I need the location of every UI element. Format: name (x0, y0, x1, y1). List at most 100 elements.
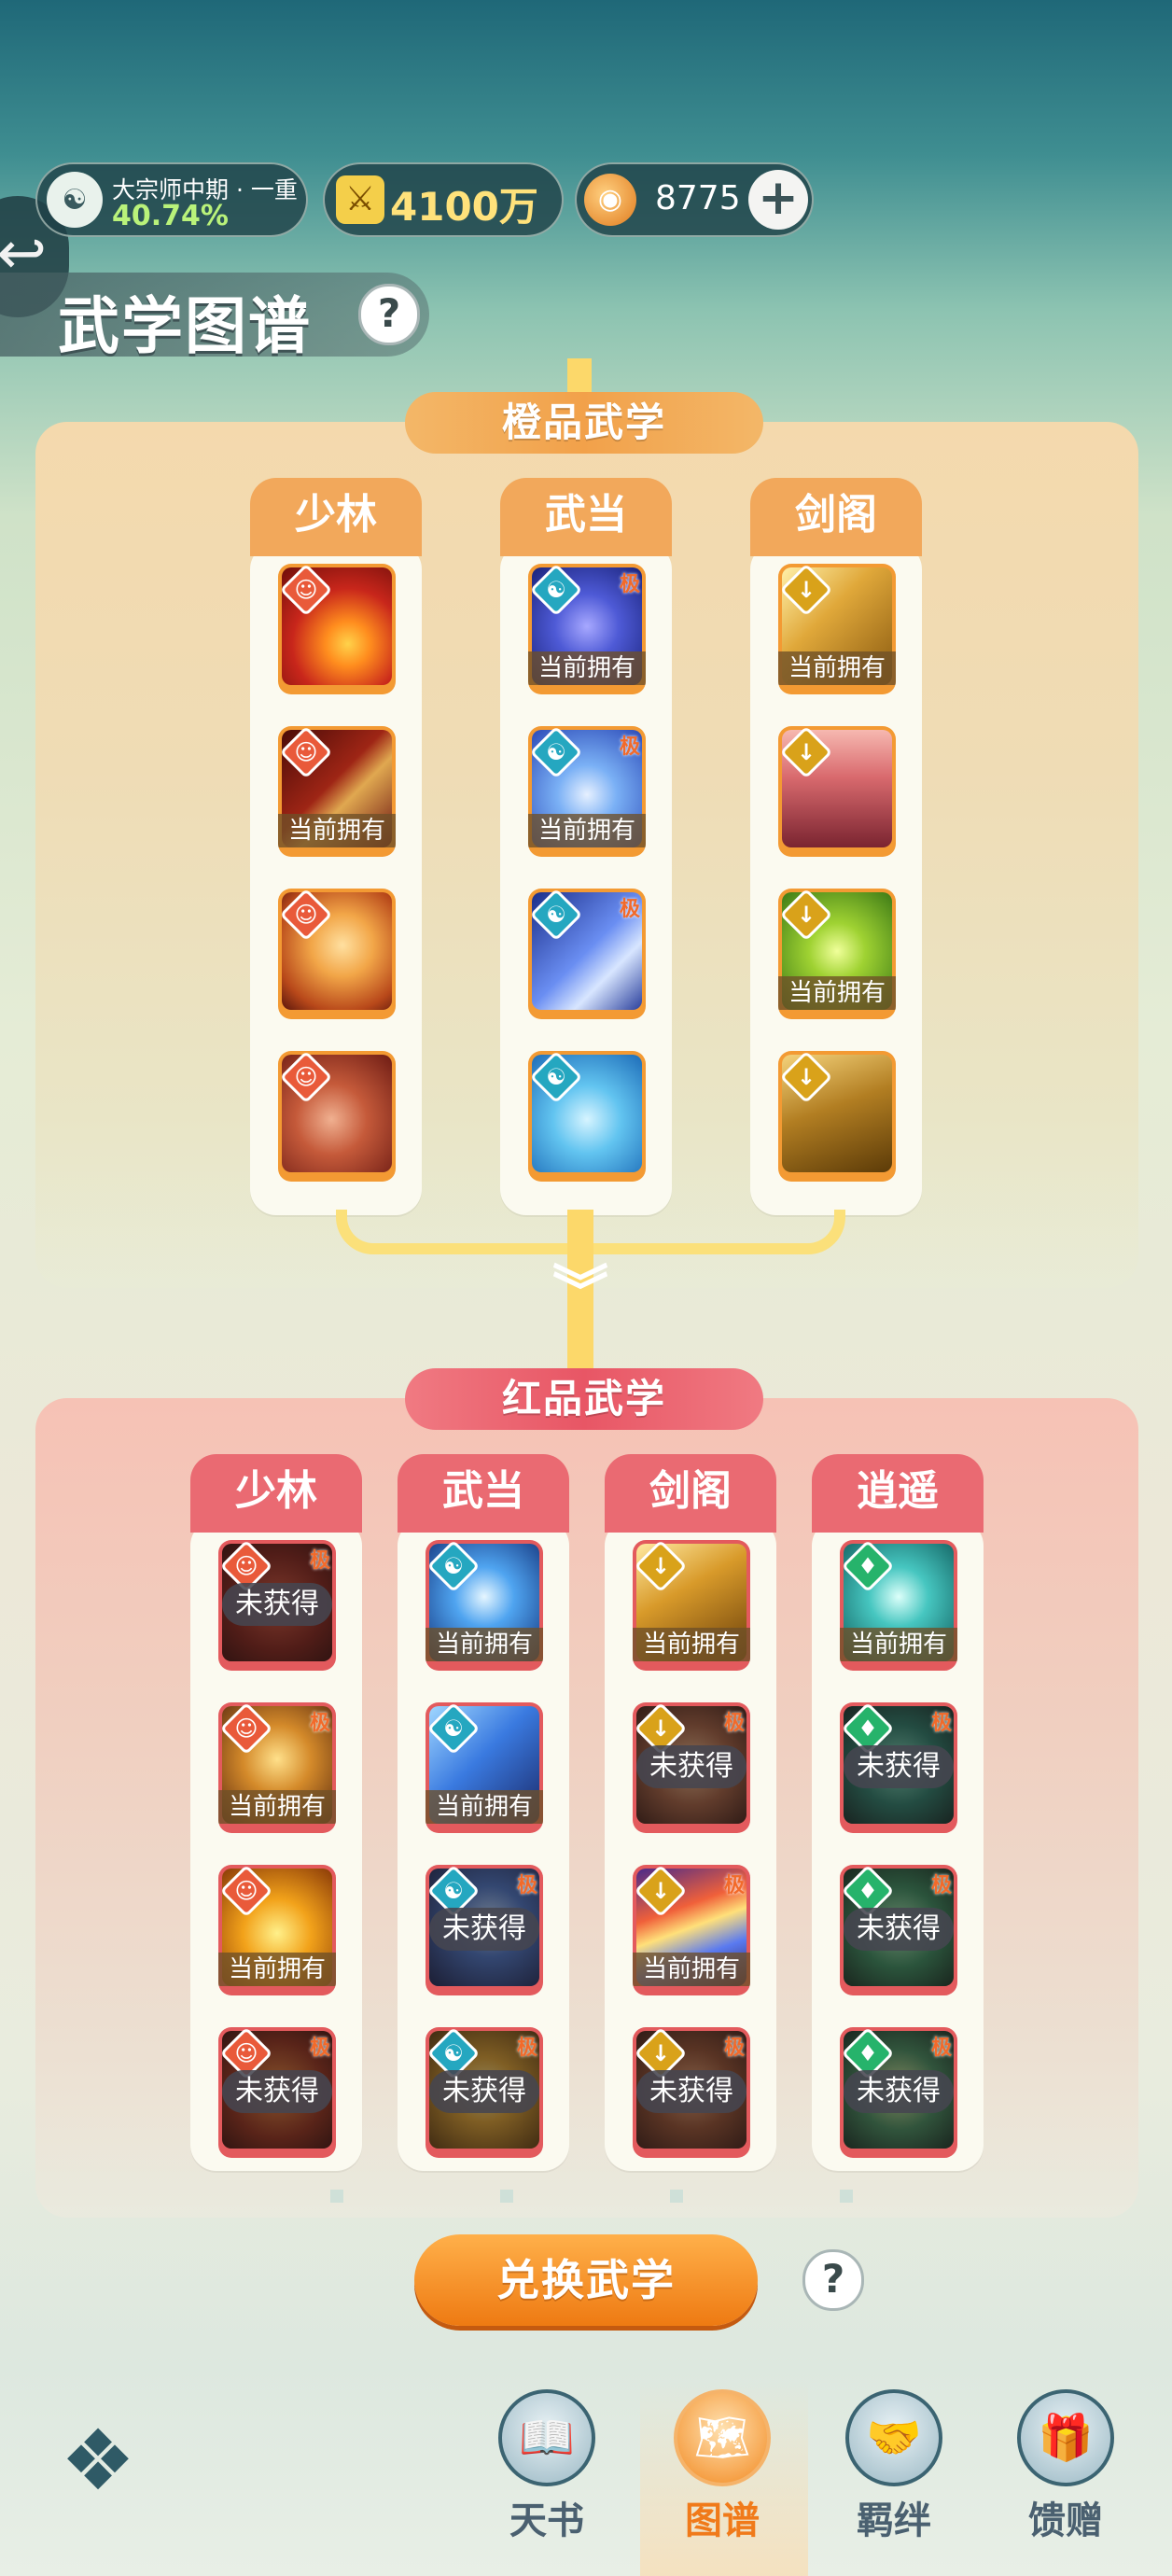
not-obtained-label: 未获得 (222, 1583, 332, 1626)
skill-card[interactable]: ♦ 当前拥有 (840, 1540, 957, 1671)
nav-item-book[interactable]: 📖 天书 (463, 2389, 631, 2567)
school-header: 武当 (500, 478, 672, 556)
skill-card[interactable]: ☺ 极当前拥有 (218, 1702, 336, 1833)
school-header: 逍遥 (812, 1454, 984, 1533)
school-column-jiange: 剑阁 ↓ 当前拥有 ↓ ↓ 当前拥有 ↓ (750, 478, 922, 1215)
owned-label: 当前拥有 (840, 1628, 957, 1661)
not-obtained-label: 未获得 (222, 2070, 332, 2113)
jiange-sword-icon: ↓ (796, 739, 816, 765)
rank-display[interactable]: ☯ 大宗师中期 · 一重 40.74% (35, 162, 308, 237)
help-button[interactable]: ? (358, 284, 420, 345)
school-column-shaolin: 少林 ☺ 极未获得 ☺ 极当前拥有 ☺ 当前拥有 ☺ 极未获得 (190, 1454, 362, 2171)
skill-card[interactable]: ☯ 极当前拥有 (528, 726, 646, 857)
extreme-tag: 极 (309, 1712, 330, 1735)
skill-card[interactable]: ☯ 极未获得 (426, 2027, 543, 2158)
red-tier-title: 红品武学 (405, 1368, 763, 1430)
owned-label: 当前拥有 (278, 814, 396, 847)
wudang-taiji-icon: ☯ (443, 1553, 464, 1579)
skill-card[interactable]: ↓ 当前拥有 (633, 1540, 750, 1671)
extreme-tag: 极 (619, 898, 640, 921)
wudang-taiji-icon: ☯ (546, 1064, 566, 1090)
avatar-icon: ☯ (47, 172, 103, 228)
skill-card[interactable]: ☯ 极当前拥有 (528, 564, 646, 694)
school-header: 武当 (398, 1454, 569, 1533)
jiange-sword-icon: ↓ (796, 1064, 816, 1090)
skill-card[interactable]: ☺ (278, 1051, 396, 1182)
skill-card[interactable]: ☺ (278, 564, 396, 694)
not-obtained-label: 未获得 (429, 1908, 539, 1951)
nav-label: 羁绊 (857, 2499, 931, 2542)
nav-item-map-scroll[interactable]: 🗺 图谱 (638, 2389, 806, 2567)
not-obtained-label: 未获得 (844, 1745, 954, 1788)
extreme-tag: 极 (723, 1712, 745, 1735)
skill-card[interactable]: ♦ 极未获得 (840, 1865, 957, 1995)
nav-label: 天书 (509, 2499, 584, 2542)
xiaoyao-leaf-icon: ♦ (858, 1878, 878, 1904)
school-column-xiaoyao: 逍遥 ♦ 当前拥有 ♦ 极未获得 ♦ 极未获得 ♦ 极未获得 (812, 1454, 984, 2171)
skill-card[interactable]: ↓ 极当前拥有 (633, 1865, 750, 1995)
nav-item-gift[interactable]: 🎁 馈赠 (982, 2389, 1150, 2567)
skill-card[interactable]: ☯ 极未获得 (426, 1865, 543, 1995)
rank-progress: 40.74% (112, 200, 229, 232)
not-obtained-label: 未获得 (429, 2070, 539, 2113)
skill-card[interactable]: ☺ (278, 889, 396, 1019)
combat-power-value: 4100万 (390, 184, 538, 230)
extreme-tag: 极 (309, 1549, 330, 1573)
extreme-tag: 极 (619, 735, 640, 759)
skill-card[interactable]: ♦ 极未获得 (840, 2027, 957, 2158)
not-obtained-label: 未获得 (636, 1745, 746, 1788)
skill-card[interactable]: ☺ 极未获得 (218, 2027, 336, 2158)
extreme-tag: 极 (619, 573, 640, 596)
add-currency-button[interactable]: + (748, 170, 808, 230)
currency-value: 8775 (655, 179, 741, 217)
skill-card[interactable]: ↓ 当前拥有 (778, 564, 896, 694)
exchange-help-button[interactable]: ? (802, 2249, 864, 2311)
skill-card[interactable]: ☺ 极未获得 (218, 1540, 336, 1671)
skill-card[interactable]: ☯ 极 (528, 889, 646, 1019)
skill-card[interactable]: ☺ 当前拥有 (218, 1865, 336, 1995)
jiange-sword-icon: ↓ (650, 1553, 671, 1579)
owned-label: 当前拥有 (778, 651, 896, 685)
wudang-taiji-icon: ☯ (443, 2040, 464, 2066)
shaolin-monk-icon: ☺ (294, 902, 318, 928)
skill-card[interactable]: ☺ 当前拥有 (278, 726, 396, 857)
skill-card[interactable]: ↓ 当前拥有 (778, 889, 896, 1019)
owned-label: 当前拥有 (218, 1953, 336, 1986)
school-header: 剑阁 (750, 478, 922, 556)
skill-card[interactable]: ☯ (528, 1051, 646, 1182)
skill-card[interactable]: ☯ 当前拥有 (426, 1702, 543, 1833)
jiange-sword-icon: ↓ (796, 577, 816, 603)
page-title: 武学图谱 (58, 290, 312, 362)
shaolin-monk-icon: ☺ (234, 1553, 258, 1579)
xiaoyao-leaf-icon: ♦ (858, 2040, 878, 2066)
game-logo-icon: ❖ (60, 2412, 136, 2510)
school-column-wudang: 武当 ☯ 极当前拥有 ☯ 极当前拥有 ☯ 极 ☯ (500, 478, 672, 1215)
extreme-tag: 极 (309, 2037, 330, 2060)
crossed-swords-icon: ⚔ (336, 175, 384, 224)
jiange-sword-icon: ↓ (796, 902, 816, 928)
nav-label: 图谱 (685, 2499, 760, 2542)
divider-dot (840, 2190, 853, 2203)
wudang-taiji-icon: ☯ (546, 577, 566, 603)
divider-dot (330, 2190, 343, 2203)
extreme-tag: 极 (930, 2037, 952, 2060)
nav-item-handshake[interactable]: 🤝 羁绊 (810, 2389, 978, 2567)
owned-label: 当前拥有 (633, 1953, 750, 1986)
skill-card[interactable]: ♦ 极未获得 (840, 1702, 957, 1833)
combat-power-display: ⚔ 4100万 (323, 162, 564, 237)
skill-card[interactable]: ☯ 当前拥有 (426, 1540, 543, 1671)
skill-card[interactable]: ↓ (778, 726, 896, 857)
not-obtained-label: 未获得 (636, 2070, 746, 2113)
question-icon: ? (821, 2256, 845, 2302)
tree-trunk (567, 358, 592, 396)
not-obtained-label: 未获得 (844, 1908, 954, 1951)
skill-card[interactable]: ↓ 极未获得 (633, 1702, 750, 1833)
owned-label: 当前拥有 (778, 976, 896, 1010)
owned-label: 当前拥有 (633, 1628, 750, 1661)
shaolin-monk-icon: ☺ (294, 1064, 318, 1090)
exchange-skill-button[interactable]: 兑换武学 (414, 2234, 758, 2326)
map-scroll-icon: 🗺 (674, 2389, 771, 2486)
skill-card[interactable]: ↓ 极未获得 (633, 2027, 750, 2158)
xiaoyao-leaf-icon: ♦ (858, 1553, 878, 1579)
skill-card[interactable]: ↓ (778, 1051, 896, 1182)
